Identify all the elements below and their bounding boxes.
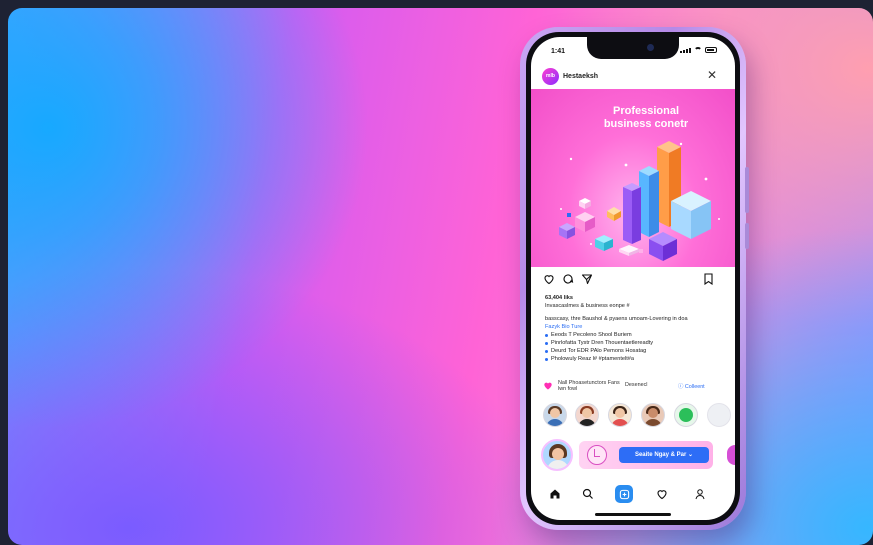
- promo-edge-bubble: [727, 445, 735, 465]
- story-avatar[interactable]: [575, 403, 599, 427]
- liked-by-text: Nall Phoasetunctors Fans lwn fowl: [558, 380, 620, 392]
- shop-now-label: Seaite Ngay & Par: [634, 452, 687, 458]
- comment-icon[interactable]: [562, 273, 574, 285]
- caption-bullet: Eeods T Pecoleno Shool Buriem: [545, 331, 721, 339]
- profile-icon[interactable]: [691, 485, 709, 503]
- isometric-chart-illustration: [559, 141, 720, 261]
- story-avatar[interactable]: [674, 403, 698, 427]
- chevron-down-icon: ⌄: [688, 452, 694, 458]
- promo-row: Seaite Ngay & Par ⌄: [531, 437, 735, 473]
- search-icon[interactable]: [579, 485, 597, 503]
- bottom-nav: [531, 481, 735, 507]
- caption-bullet: Pinrlofatta Tystr Dren Thouentaetlereadt…: [545, 339, 721, 347]
- caption-text: basscasy, thre Baushol & pyaens umoam-Lo…: [545, 316, 688, 322]
- post-image[interactable]: Professional business conetr: [531, 89, 735, 267]
- app-header: mlb Hestaeksh ✕: [531, 65, 735, 87]
- caption-link[interactable]: Fazyk Bio Ture: [545, 323, 721, 331]
- app-logo[interactable]: mlb: [542, 68, 559, 85]
- app-name[interactable]: Hestaeksh: [563, 73, 598, 80]
- stories-row: [543, 403, 733, 429]
- collect-icon: ⓘ: [678, 384, 684, 390]
- collect-label: Colleent: [684, 384, 705, 390]
- wifi-icon: [694, 47, 702, 53]
- story-avatar[interactable]: [707, 403, 731, 427]
- likes-count[interactable]: 63,404 liks: [545, 294, 721, 302]
- status-time: 1:41: [551, 48, 566, 55]
- home-indicator[interactable]: [595, 513, 671, 516]
- share-icon[interactable]: [581, 273, 593, 285]
- post-actions: [531, 272, 735, 290]
- liked-by-row: Nall Phoasetunctors Fans lwn fowl Desene…: [543, 378, 725, 394]
- liked-by-hint: Desenecl: [625, 382, 648, 388]
- status-icons: [680, 47, 717, 53]
- create-icon[interactable]: [615, 485, 633, 503]
- phone-screen: 1:41 mlb Hestaeksh ✕ Professional busine…: [531, 37, 735, 520]
- front-camera: [647, 44, 654, 51]
- home-icon[interactable]: [546, 485, 564, 503]
- caption-bullet-text: Deurd Tor EDR PAlo Pemons Hosatag: [551, 348, 647, 354]
- phone-side-button: [745, 223, 749, 249]
- caption-bullet-text: Pholowuly Reaz l# #ptamentelt#a: [551, 356, 635, 362]
- caption-bullet-text: Pinrlofatta Tystr Dren Thouentaetlereadt…: [551, 340, 654, 346]
- phone-notch: [587, 37, 679, 59]
- signal-icon: [680, 48, 691, 53]
- close-icon[interactable]: ✕: [707, 68, 717, 82]
- story-avatar[interactable]: [641, 403, 665, 427]
- promo-bar: Seaite Ngay & Par ⌄: [579, 441, 713, 469]
- timer-icon: [587, 445, 607, 465]
- check-circle-icon: [679, 408, 693, 422]
- post-caption: 63,404 liks Invascaslmes & business eonp…: [545, 294, 721, 363]
- promo-avatar[interactable]: [541, 439, 573, 471]
- activity-heart-icon[interactable]: [653, 485, 671, 503]
- story-avatar[interactable]: [543, 403, 567, 427]
- collect-link[interactable]: ⓘ Colleent: [678, 382, 705, 390]
- story-avatar[interactable]: [608, 403, 632, 427]
- caption-bullet-text: Eeods T Pecoleno Shool Buriem: [551, 332, 632, 338]
- caption-bullet: Deurd Tor EDR PAlo Pemons Hosatag: [545, 347, 721, 355]
- author-caption: Invascaslmes & business eonpe #: [545, 303, 630, 309]
- caption-bullet: Pholowuly Reaz l# #ptamentelt#a: [545, 355, 721, 363]
- heart-icon[interactable]: [543, 273, 555, 285]
- shop-now-button[interactable]: Seaite Ngay & Par ⌄: [619, 447, 709, 463]
- battery-icon: [705, 47, 717, 53]
- phone-side-button: [745, 167, 749, 213]
- bookmark-icon[interactable]: [703, 273, 714, 285]
- heart-filled-icon: [544, 382, 552, 390]
